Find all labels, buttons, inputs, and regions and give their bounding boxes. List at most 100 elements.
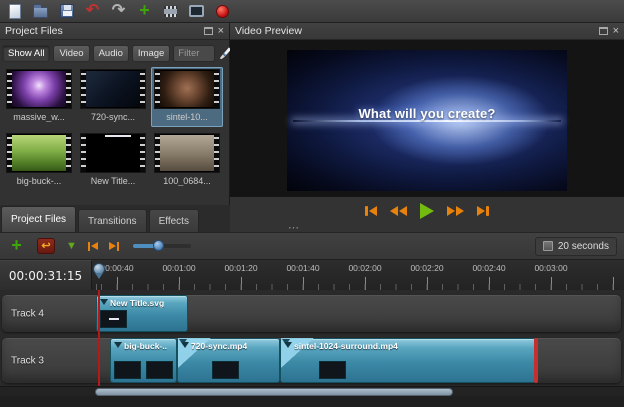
file-item[interactable]: New Title...: [77, 131, 149, 191]
file-thumbnail: [154, 133, 220, 173]
clip-thumbnail: [114, 361, 141, 379]
record-circle-icon: [216, 5, 229, 18]
clip-label: big-buck-..: [124, 341, 167, 351]
tab-transitions[interactable]: Transitions: [78, 209, 147, 232]
plus-icon: +: [139, 1, 150, 19]
playhead-handle[interactable]: [93, 263, 105, 275]
scrollbar-thumb[interactable]: [95, 388, 453, 396]
file-item[interactable]: massive_w...: [3, 67, 75, 127]
tab-project-files[interactable]: Project Files: [1, 206, 76, 232]
razor-tool-button[interactable]: ▼: [66, 241, 77, 252]
jump-to-start-button[interactable]: [365, 206, 377, 216]
clip-menu-icon[interactable]: [100, 299, 108, 305]
clip-new-title[interactable]: New Title.svg: [96, 295, 188, 332]
file-name: big-buck-...: [3, 176, 75, 186]
video-preview-header: Video Preview ×: [230, 23, 624, 40]
timeline-ruler[interactable]: 00:00:40 00:01:00 00:01:20 00:01:40 00:0…: [92, 260, 624, 290]
clip-big-buck[interactable]: big-buck-..: [110, 338, 177, 383]
track-row-4[interactable]: Track 4: [2, 295, 621, 332]
save-project-button[interactable]: [57, 2, 76, 21]
zoom-level-label: 20 seconds: [558, 241, 609, 252]
open-project-button[interactable]: [31, 2, 50, 21]
file-name: 100_0684...: [151, 176, 223, 186]
float-panel-icon[interactable]: [599, 27, 608, 35]
next-marker-button[interactable]: [109, 242, 119, 251]
undo-button[interactable]: ↶: [83, 2, 102, 21]
ruler-label: 00:03:00: [523, 263, 579, 273]
ruler-label: 00:01:00: [151, 263, 207, 273]
clip-thumbnail: [212, 361, 239, 379]
ruler-label: 00:01:20: [213, 263, 269, 273]
play-icon: [420, 203, 434, 219]
file-thumbnail: [80, 133, 146, 173]
file-item[interactable]: 100_0684...: [151, 131, 223, 191]
zoom-slider-handle[interactable]: [153, 240, 164, 251]
file-thumbnail: [6, 133, 72, 173]
timeline-tracks-area: Track 4 Track 3 New Title.svg big-buck-.…: [0, 290, 624, 386]
file-name: massive_w...: [3, 112, 75, 122]
clip-menu-icon[interactable]: [284, 342, 292, 348]
file-item[interactable]: big-buck-...: [3, 131, 75, 191]
previous-marker-button[interactable]: [88, 242, 98, 251]
ruler-label: 00:02:20: [399, 263, 455, 273]
clip-thumbnail: [319, 361, 346, 379]
export-video-button[interactable]: [213, 2, 232, 21]
close-panel-icon[interactable]: ×: [613, 26, 619, 37]
plus-icon: +: [11, 236, 22, 254]
filter-row: Show All Video Audio Image: [0, 43, 230, 63]
float-panel-icon[interactable]: [204, 27, 213, 35]
video-preview-title: Video Preview: [235, 25, 302, 37]
save-disk-icon: [60, 4, 74, 18]
film-strip-icon: [163, 5, 178, 18]
file-name: 720-sync...: [77, 112, 149, 122]
filter-input[interactable]: [173, 45, 215, 62]
zoom-level-display[interactable]: 20 seconds: [535, 237, 617, 256]
choose-profile-button[interactable]: [161, 2, 180, 21]
fullscreen-button[interactable]: [187, 2, 206, 21]
file-thumbnail: [80, 69, 146, 109]
clip-thumbnail: [100, 310, 127, 328]
file-name: sintel-10...: [151, 112, 223, 122]
file-item[interactable]: 720-sync...: [77, 67, 149, 127]
rewind-button[interactable]: [390, 206, 407, 216]
clip-menu-icon[interactable]: [181, 342, 189, 348]
zoom-scale-icon: [543, 241, 553, 251]
track-label: Track 4: [11, 308, 44, 319]
transport-controls: [230, 199, 624, 223]
project-files-panel: Project Files × Show All Video Audio Ima…: [0, 23, 230, 205]
fast-forward-button[interactable]: [447, 206, 464, 216]
clip-thumbnail: [146, 361, 173, 379]
redo-button[interactable]: ↷: [109, 2, 128, 21]
file-name: New Title...: [77, 176, 149, 186]
skip-end-icon: [477, 206, 485, 216]
new-project-button[interactable]: [5, 2, 24, 21]
close-panel-icon[interactable]: ×: [218, 26, 224, 37]
jump-to-end-button[interactable]: [477, 206, 489, 216]
clip-trim-indicator[interactable]: [534, 338, 538, 383]
import-files-button[interactable]: +: [135, 2, 154, 21]
filter-audio-button[interactable]: Audio: [93, 45, 129, 62]
tab-effects[interactable]: Effects: [149, 209, 199, 232]
add-track-button[interactable]: +: [7, 237, 26, 256]
clip-sintel[interactable]: sintel-1024-surround.mp4: [280, 338, 536, 383]
clip-label: sintel-1024-surround.mp4: [294, 341, 398, 351]
clip-menu-icon[interactable]: [114, 342, 122, 348]
file-thumbnail: [154, 69, 220, 109]
fast-forward-icon: [447, 206, 455, 216]
previous-marker-icon: [88, 242, 90, 251]
clip-label: 720-sync.mp4: [191, 341, 247, 351]
current-time-display: 00:00:31:15: [0, 260, 92, 290]
file-thumbnail: [6, 69, 72, 109]
zoom-slider[interactable]: [133, 244, 191, 248]
play-button[interactable]: [420, 203, 434, 219]
timeline-horizontal-scrollbar[interactable]: [0, 386, 624, 396]
clip-label: New Title.svg: [110, 298, 164, 308]
file-item[interactable]: sintel-10...: [151, 67, 223, 127]
filter-show-all-button[interactable]: Show All: [2, 45, 50, 62]
filter-video-button[interactable]: Video: [53, 45, 89, 62]
snapping-toggle-button[interactable]: ↩: [37, 238, 55, 254]
next-marker-icon: [109, 242, 116, 250]
dock-tab-bar: Project Files Transitions Effects: [0, 205, 230, 232]
ruler-label: 00:02:40: [461, 263, 517, 273]
filter-image-button[interactable]: Image: [132, 45, 170, 62]
